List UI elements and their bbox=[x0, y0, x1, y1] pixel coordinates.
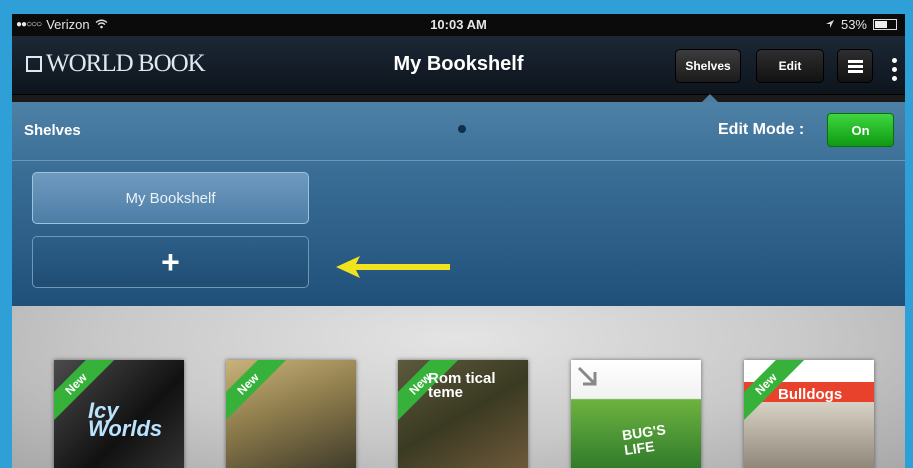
navigation-bar: WORLD BOOK My Bookshelf Shelves Edit bbox=[12, 36, 905, 95]
book-cover[interactable]: BUG'S LIFE bbox=[571, 360, 701, 468]
status-bar: ●●○○○ Verizon 10:03 AM 53% bbox=[12, 14, 905, 36]
battery-percent: 53% bbox=[840, 17, 867, 32]
edit-mode-label: Edit Mode : bbox=[718, 121, 805, 138]
edit-mode-toggle[interactable]: On bbox=[827, 113, 894, 147]
app-screen: ●●○○○ Verizon 10:03 AM 53% WORLD BOOK My… bbox=[12, 14, 905, 468]
book-cover[interactable]: New Icy Worlds bbox=[54, 360, 184, 468]
book-cover[interactable]: New bbox=[226, 360, 356, 468]
book-cover[interactable]: New Bulldogs bbox=[744, 360, 874, 468]
book-title: Bulldogs bbox=[778, 386, 843, 403]
book-title: BUG'S LIFE bbox=[621, 421, 667, 459]
book-cover[interactable]: New Rom tical teme bbox=[398, 360, 528, 468]
shelf-item-my-bookshelf[interactable]: My Bookshelf bbox=[32, 172, 309, 224]
popover-pointer bbox=[702, 94, 718, 102]
new-badge: New bbox=[226, 360, 291, 427]
more-options-icon[interactable] bbox=[892, 58, 898, 85]
shelves-button[interactable]: Shelves bbox=[675, 49, 741, 83]
add-shelf-button[interactable]: + bbox=[32, 236, 309, 288]
bookshelf: New Icy Worlds New New Rom tical teme BU… bbox=[12, 306, 905, 468]
page-indicator-dot[interactable] bbox=[458, 125, 466, 133]
book-title: Rom tical teme bbox=[428, 370, 496, 401]
hamburger-icon bbox=[847, 58, 863, 75]
clock: 10:03 AM bbox=[430, 17, 487, 32]
edit-button[interactable]: Edit bbox=[756, 49, 824, 83]
location-arrow-icon bbox=[825, 17, 835, 32]
shelves-panel-title: Shelves bbox=[24, 122, 81, 139]
menu-button[interactable] bbox=[837, 49, 873, 83]
shelves-panel: Shelves Edit Mode : On My Bookshelf + bbox=[12, 102, 905, 306]
download-arrow-icon[interactable] bbox=[575, 364, 599, 393]
book-title: Icy Worlds bbox=[88, 398, 163, 441]
shelves-panel-header: Shelves Edit Mode : On bbox=[12, 102, 905, 161]
arrow-annotation-icon bbox=[332, 252, 452, 287]
battery-icon bbox=[873, 19, 897, 30]
